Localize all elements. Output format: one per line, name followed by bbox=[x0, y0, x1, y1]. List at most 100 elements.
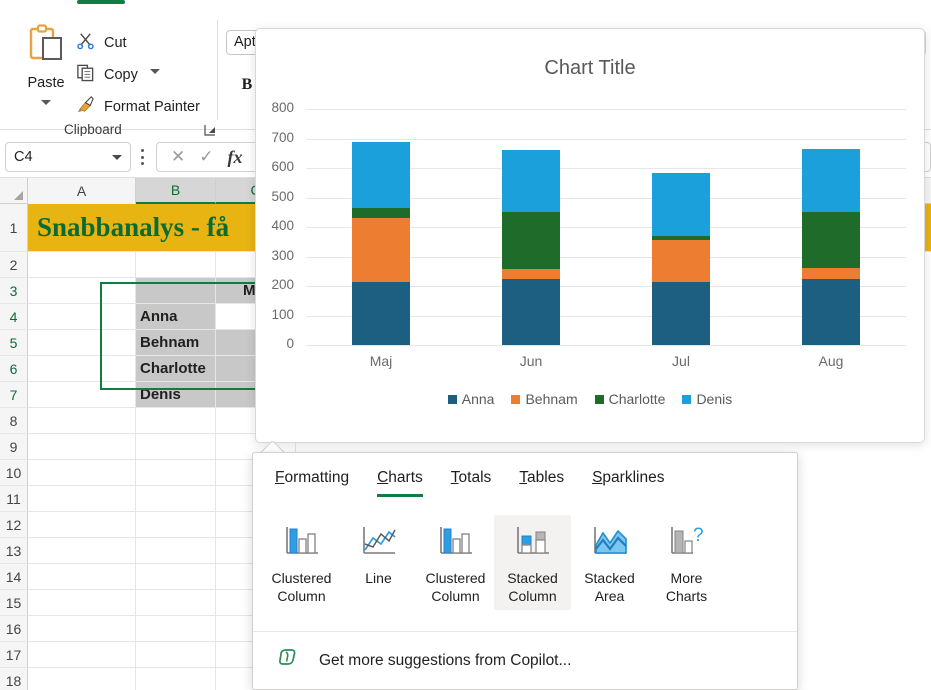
chart-legend-item-charlotte[interactable]: Charlotte bbox=[594, 391, 665, 407]
cell-A6[interactable] bbox=[28, 356, 136, 382]
cell-B16[interactable] bbox=[136, 616, 216, 642]
chart-segment-behnam[interactable] bbox=[652, 240, 710, 282]
row-header-18[interactable]: 18 bbox=[0, 668, 28, 690]
cell-B11[interactable] bbox=[136, 486, 216, 512]
cell-A13[interactable] bbox=[28, 538, 136, 564]
row-header-11[interactable]: 11 bbox=[0, 486, 28, 512]
chart-segment-behnam[interactable] bbox=[802, 268, 860, 279]
clipboard-dialog-launcher-icon[interactable] bbox=[203, 123, 217, 137]
cell-B12[interactable] bbox=[136, 512, 216, 538]
row-header-2[interactable]: 2 bbox=[0, 252, 28, 278]
chart-segment-charlotte[interactable] bbox=[502, 211, 560, 269]
quick-analysis-item-line[interactable]: Line bbox=[340, 515, 417, 591]
insert-function-icon[interactable]: fx bbox=[228, 147, 243, 168]
cell-A7[interactable] bbox=[28, 382, 136, 408]
cell-B4[interactable]: Anna bbox=[136, 304, 216, 330]
row-header-10[interactable]: 10 bbox=[0, 460, 28, 486]
quick-analysis-item-stacked-column[interactable]: Stacked Column bbox=[494, 515, 571, 610]
column-header-b[interactable]: B bbox=[136, 178, 216, 204]
paste-dropdown-chevron-icon[interactable] bbox=[41, 100, 51, 105]
quick-analysis-item-clustered-column[interactable]: Clustered Column bbox=[417, 515, 494, 610]
row-header-4[interactable]: 4 bbox=[0, 304, 28, 330]
cell-A9[interactable] bbox=[28, 434, 136, 460]
cell-B6[interactable]: Charlotte bbox=[136, 356, 216, 382]
row-header-3[interactable]: 3 bbox=[0, 278, 28, 304]
quick-analysis-item-more-charts[interactable]: ? More Charts bbox=[648, 515, 725, 610]
chart-segment-anna[interactable] bbox=[502, 278, 560, 345]
row-header-12[interactable]: 12 bbox=[0, 512, 28, 538]
row-header-6[interactable]: 6 bbox=[0, 356, 28, 382]
chart-legend[interactable]: Anna Behnam Charlotte Denis bbox=[256, 391, 924, 407]
format-painter-button[interactable]: Format Painter bbox=[72, 94, 204, 120]
cell-B8[interactable] bbox=[136, 408, 216, 434]
cell-A12[interactable] bbox=[28, 512, 136, 538]
chart-segment-charlotte[interactable] bbox=[802, 212, 860, 269]
cell-B13[interactable] bbox=[136, 538, 216, 564]
cell-B2[interactable] bbox=[136, 252, 216, 278]
row-header-14[interactable]: 14 bbox=[0, 564, 28, 590]
column-header-a[interactable]: A bbox=[28, 178, 136, 204]
chart-segment-anna[interactable] bbox=[652, 281, 710, 345]
quick-analysis-tab-sparklines[interactable]: Sparklines bbox=[592, 469, 664, 495]
cell-B7[interactable]: Denis bbox=[136, 382, 216, 408]
row-header-5[interactable]: 5 bbox=[0, 330, 28, 356]
quick-analysis-item-clustered-column[interactable]: Clustered Column bbox=[263, 515, 340, 610]
chart-legend-item-denis[interactable]: Denis bbox=[682, 391, 732, 407]
quick-analysis-popup[interactable]: Formatting Charts Totals Tables Sparklines C… bbox=[252, 452, 798, 690]
cell-A10[interactable] bbox=[28, 460, 136, 486]
chart-segment-denis[interactable] bbox=[352, 142, 410, 209]
chart-bar-maj[interactable] bbox=[352, 142, 410, 345]
chart-segment-denis[interactable] bbox=[802, 148, 860, 213]
quick-analysis-tab-charts[interactable]: Charts bbox=[377, 469, 423, 497]
row-header-13[interactable]: 13 bbox=[0, 538, 28, 564]
row-header-9[interactable]: 9 bbox=[0, 434, 28, 460]
cell-B9[interactable] bbox=[136, 434, 216, 460]
chart-bar-jun[interactable] bbox=[502, 150, 560, 345]
chart-title[interactable]: Chart Title bbox=[256, 57, 924, 80]
chart-bar-jul[interactable] bbox=[652, 173, 710, 345]
chart-segment-charlotte[interactable] bbox=[652, 236, 710, 241]
chart-segment-anna[interactable] bbox=[352, 281, 410, 345]
row-header-15[interactable]: 15 bbox=[0, 590, 28, 616]
chart-bar-aug[interactable] bbox=[802, 148, 860, 345]
cell-B18[interactable] bbox=[136, 668, 216, 690]
cell-A18[interactable] bbox=[28, 668, 136, 690]
cell-A17[interactable] bbox=[28, 642, 136, 668]
cut-button[interactable]: Cut bbox=[72, 30, 131, 56]
cell-A3[interactable] bbox=[28, 278, 136, 304]
quick-analysis-tabs[interactable]: Formatting Charts Totals Tables Sparklines bbox=[253, 469, 797, 513]
row-header-7[interactable]: 7 bbox=[0, 382, 28, 408]
chart-segment-charlotte[interactable] bbox=[352, 208, 410, 219]
name-box-chevron-down-icon[interactable] bbox=[112, 154, 122, 160]
quick-analysis-item-stacked-area[interactable]: Stacked Area bbox=[571, 515, 648, 610]
chart-segment-denis[interactable] bbox=[502, 150, 560, 212]
chart-segment-denis[interactable] bbox=[652, 173, 710, 237]
cancel-icon[interactable]: ✕ bbox=[171, 147, 185, 167]
name-box[interactable]: C4 bbox=[5, 142, 131, 172]
chart-segment-anna[interactable] bbox=[802, 278, 860, 345]
cell-A14[interactable] bbox=[28, 564, 136, 590]
cell-B17[interactable] bbox=[136, 642, 216, 668]
row-header-1[interactable]: 1 bbox=[0, 204, 28, 252]
paste-button[interactable]: Paste bbox=[12, 18, 80, 116]
cell-A15[interactable] bbox=[28, 590, 136, 616]
quick-analysis-tab-tables[interactable]: Tables bbox=[519, 469, 564, 495]
cell-A4[interactable] bbox=[28, 304, 136, 330]
row-header-8[interactable]: 8 bbox=[0, 408, 28, 434]
cell-B10[interactable] bbox=[136, 460, 216, 486]
chart-legend-item-behnam[interactable]: Behnam bbox=[511, 391, 578, 407]
row-header-16[interactable]: 16 bbox=[0, 616, 28, 642]
cell-A2[interactable] bbox=[28, 252, 136, 278]
cell-A11[interactable] bbox=[28, 486, 136, 512]
chart-segment-behnam[interactable] bbox=[502, 268, 560, 279]
cell-B5[interactable]: Behnam bbox=[136, 330, 216, 356]
cell-A16[interactable] bbox=[28, 616, 136, 642]
cell-B15[interactable] bbox=[136, 590, 216, 616]
cell-B14[interactable] bbox=[136, 564, 216, 590]
copilot-suggestions-row[interactable]: Get more suggestions from Copilot... bbox=[253, 631, 797, 689]
chart-legend-item-anna[interactable]: Anna bbox=[447, 391, 494, 407]
chart-segment-behnam[interactable] bbox=[352, 218, 410, 282]
copy-dropdown-chevron-icon[interactable] bbox=[150, 69, 160, 74]
row-header-17[interactable]: 17 bbox=[0, 642, 28, 668]
select-all-corner[interactable] bbox=[0, 178, 28, 204]
